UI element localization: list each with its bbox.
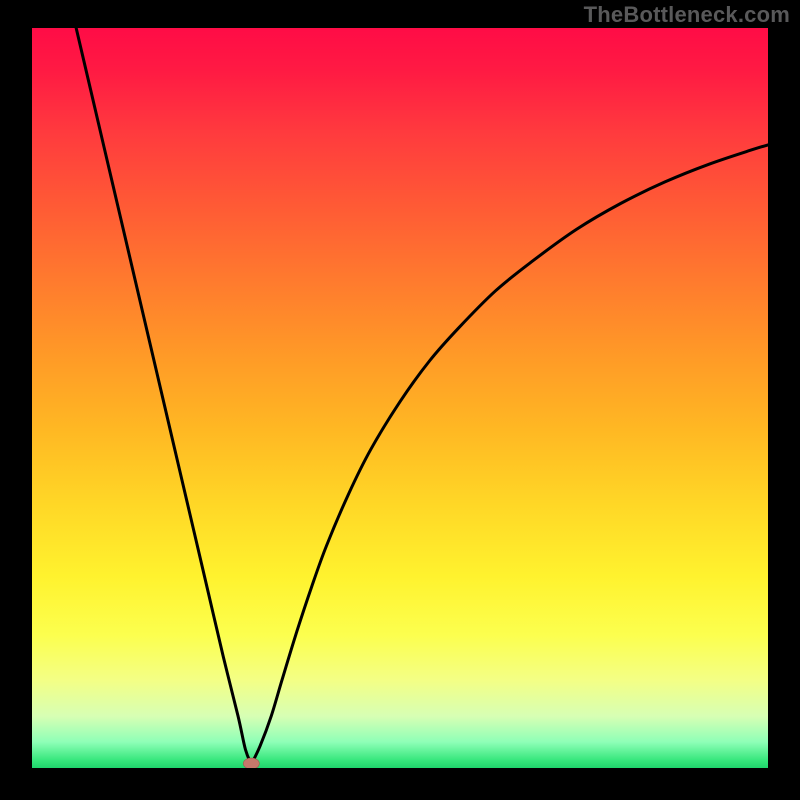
chart-frame: TheBottleneck.com: [0, 0, 800, 800]
minimum-marker: [243, 758, 259, 768]
plot-area: [32, 28, 768, 768]
curve-right-branch: [251, 145, 768, 764]
watermark-text: TheBottleneck.com: [584, 2, 790, 28]
bottleneck-curve: [32, 28, 768, 768]
curve-left-branch: [76, 28, 251, 764]
